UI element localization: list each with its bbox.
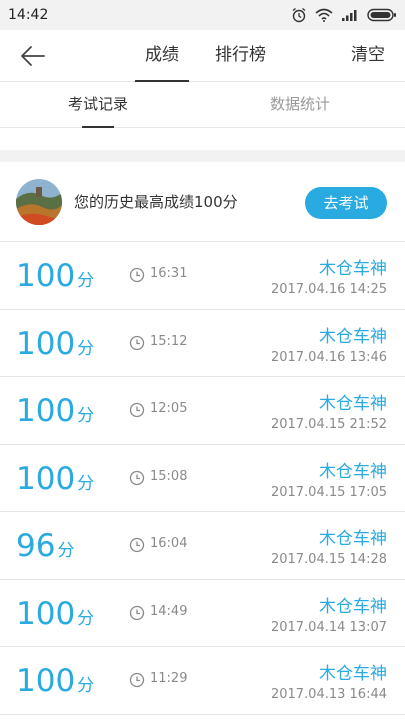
clock-icon [129,672,145,688]
record-score: 96 分 [16,528,74,564]
tab-leaderboard-label: 排行榜 [215,45,266,65]
battery-icon [367,8,396,22]
list-item[interactable]: 100 分 14:49 木仓车神 2017.04.14 13:07 [0,579,405,647]
record-date: 2017.04.14 13:07 [270,619,387,635]
avatar-image [16,179,62,225]
arrow-left-icon [21,46,45,66]
record-score-value: 100 [16,258,76,294]
record-score-unit: 分 [77,338,95,359]
subtab-exam-records-label: 考试记录 [68,95,129,113]
tab-scores-label: 成绩 [145,45,179,65]
list-item[interactable]: 100 分 16:31 木仓车神 2017.04.16 14:25 [0,242,405,310]
list-item[interactable]: 100 分 15:12 木仓车神 2017.04.16 13:46 [0,309,405,377]
list-item[interactable]: 100 分 11:29 木仓车神 2017.04.13 16:44 [0,647,405,715]
clock-icon [129,267,145,283]
record-score-value: 100 [16,460,76,497]
record-score-value: 100 [16,325,76,362]
section-gap [0,150,405,162]
record-duration: 16:31 [150,266,188,281]
record-duration: 15:08 [150,468,188,484]
status-time: 14:42 [8,7,49,23]
record-date: 2017.04.15 17:05 [270,484,387,500]
list-item[interactable]: 100 分 15:08 木仓车神 2017.04.15 17:05 [0,444,405,512]
clock-icon [129,402,145,418]
record-score-value: 100 [16,595,76,632]
record-score-value: 100 [16,663,76,699]
record-user-name: 木仓车神 [319,394,387,414]
back-button[interactable] [18,42,52,70]
record-user-name: 木仓车神 [319,529,387,549]
record-user-name: 木仓车神 [319,664,387,684]
record-date: 2017.04.16 13:46 [270,349,387,365]
status-icons [291,7,397,23]
record-score: 100 分 [16,258,94,294]
record-duration: 16:04 [150,536,188,551]
record-date: 2017.04.16 14:25 [270,282,387,297]
subtab-statistics[interactable]: 数据统计 [270,82,330,128]
record-score-unit: 分 [77,676,95,696]
avatar [16,179,62,225]
record-score-unit: 分 [77,406,95,426]
signal-icon [342,10,357,21]
record-duration: 15:12 [150,333,188,349]
status-bar: 14:42 [0,0,405,30]
subtab-statistics-label: 数据统计 [270,95,331,113]
record-score: 100 分 [16,326,94,362]
record-score-unit: 分 [77,473,95,494]
record-score-value: 100 [16,393,76,429]
best-score-row: 您的历史最高成绩100分 去考试 [0,162,405,242]
nav-bar: 成绩 排行榜 清空 [0,30,405,82]
list-item[interactable]: 96 分 16:04 木仓车神 2017.04.15 14:28 [0,512,405,580]
record-score: 100 分 [16,461,94,497]
record-score: 100 分 [16,663,94,699]
tab-scores[interactable]: 成绩 [135,30,189,82]
clock-icon [129,470,145,485]
subtab-exam-records[interactable]: 考试记录 [68,82,128,128]
record-user-name: 木仓车神 [319,596,387,617]
record-date: 2017.04.15 21:52 [270,417,387,432]
record-duration: 14:49 [150,603,188,619]
clock-icon [129,537,145,553]
record-duration: 12:05 [150,401,188,416]
record-score-value: 96 [16,528,56,564]
record-user-name: 木仓车神 [319,461,387,482]
subtab-active-indicator [82,126,115,128]
clock-icon [129,335,145,350]
record-date: 2017.04.15 14:28 [270,552,387,567]
record-duration: 11:29 [150,671,188,686]
record-score-unit: 分 [57,541,75,561]
record-score-unit: 分 [77,271,95,291]
tab-leaderboard[interactable]: 排行榜 [215,30,266,82]
record-score: 100 分 [16,393,94,429]
record-score-unit: 分 [77,608,95,629]
records-list: 100 分 16:31 木仓车神 2017.04.16 14:25 100 分 15:12 木仓… [0,242,405,715]
clock-icon [129,605,145,620]
take-exam-button[interactable]: 去考试 [305,187,387,219]
record-user-name: 木仓车神 [319,259,387,279]
record-user-name: 木仓车神 [319,326,387,347]
alarm-icon [292,7,306,23]
record-score: 100 分 [16,596,94,632]
clear-button[interactable]: 清空 [351,30,385,82]
best-score-text: 您的历史最高成绩100分 [74,193,238,211]
wifi-icon [315,8,333,22]
record-date: 2017.04.13 16:44 [270,687,387,702]
sub-tabs: 考试记录 数据统计 [0,82,405,128]
list-item[interactable]: 100 分 12:05 木仓车神 2017.04.15 21:52 [0,377,405,445]
